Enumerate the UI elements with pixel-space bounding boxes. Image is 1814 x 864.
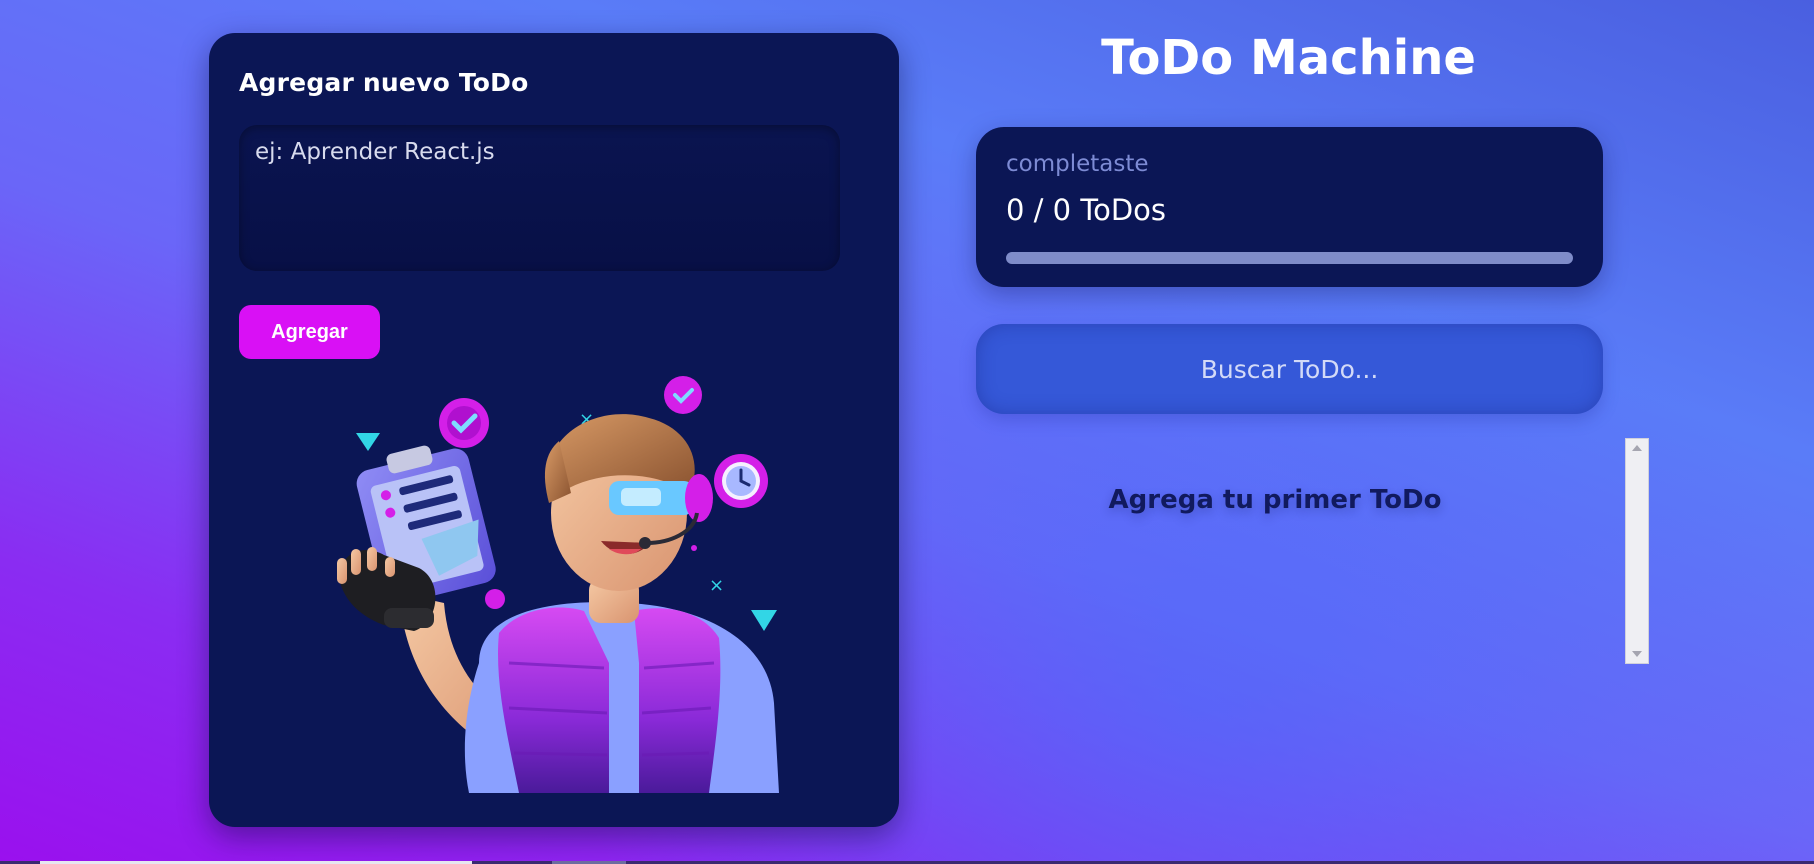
head-icon (544, 414, 713, 591)
search-input[interactable] (976, 324, 1603, 414)
todo-text-input[interactable] (239, 125, 840, 271)
triangle-up-icon[interactable] (1626, 439, 1648, 457)
empty-list-message: Agrega tu primer ToDo (1108, 485, 1442, 515)
check-badge-icon (439, 398, 489, 448)
todo-counter: completaste 0 / 0 ToDos (976, 127, 1603, 287)
triangle-down-icon[interactable] (1626, 645, 1648, 663)
list-scrollbar[interactable] (1625, 438, 1649, 664)
create-todo-title: Agregar nuevo ToDo (239, 68, 529, 97)
clock-gear-icon (714, 454, 768, 508)
check-badge-icon (664, 376, 702, 414)
create-todo-card: Agregar nuevo ToDo Agregar (209, 33, 899, 827)
counter-value: 0 / 0 ToDos (1006, 193, 1167, 227)
developer-avatar-illustration: × × (309, 363, 789, 817)
app-title: ToDo Machine (1101, 30, 1476, 86)
add-todo-button[interactable]: Agregar (239, 305, 380, 359)
progress-bar (1006, 252, 1573, 264)
svg-text:×: × (709, 575, 724, 596)
counter-caption: completaste (1006, 151, 1149, 177)
